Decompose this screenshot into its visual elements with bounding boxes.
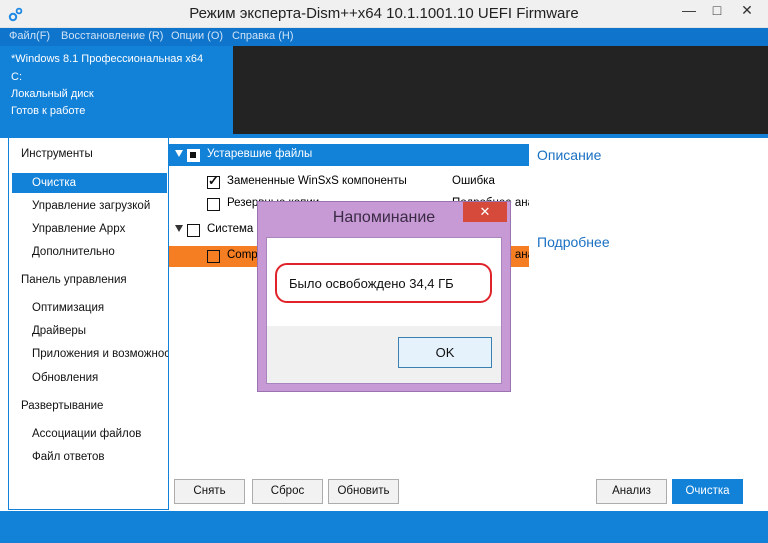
tree-item-label: Замененные WinSxS компоненты [227, 175, 407, 187]
item-checkbox[interactable] [207, 250, 220, 263]
dialog-button-area: OK [267, 326, 501, 383]
minimize-button[interactable]: — [674, 0, 704, 22]
drive-letter: C: [11, 71, 22, 83]
reset-button[interactable]: Сброс [252, 479, 323, 504]
menu-bar: Файл(F) Восстановление (R) Опции (O) Спр… [0, 28, 768, 46]
sidebar-item-boot[interactable]: Управление загрузкой [9, 196, 168, 216]
dialog-message: Было освобождено 34,4 ГБ [289, 276, 454, 291]
reminder-dialog: Напоминание ✕ Было освобождено 34,4 ГБ O… [257, 201, 511, 392]
os-name: *Windows 8.1 Профессиональная x64 [11, 53, 204, 65]
sidebar-section-control-panel: Панель управления [21, 274, 127, 286]
description-heading: Описание [537, 147, 602, 163]
clean-button[interactable]: Очистка [672, 479, 743, 504]
sidebar-item-answer-file[interactable]: Файл ответов [9, 447, 168, 467]
tree-group-obsolete[interactable]: Устаревшие файлы [169, 144, 529, 166]
sidebar-item-cleanup[interactable]: Очистка [12, 173, 167, 193]
maximize-button[interactable]: □ [702, 0, 732, 22]
dialog-body: Было освобождено 34,4 ГБ OK [266, 237, 502, 384]
info-dark-panel [233, 46, 768, 134]
tree-item-status: Ошибка [452, 175, 495, 187]
system-info-panel[interactable]: *Windows 8.1 Профессиональная x64 C: Лок… [0, 46, 233, 134]
status-text: Готов к работе [11, 105, 86, 117]
sidebar-item-file-associations[interactable]: Ассоциации файлов [9, 424, 168, 444]
sidebar-section-tools: Инструменты [21, 148, 93, 160]
sidebar-item-apps[interactable]: Приложения и возможности [9, 344, 168, 364]
window-close-button[interactable]: ✕ [730, 0, 764, 22]
sidebar-item-appx[interactable]: Управление Appx [9, 219, 168, 239]
expand-triangle-icon[interactable] [175, 150, 183, 157]
menu-help[interactable]: Справка (H) [232, 30, 293, 42]
ok-button[interactable]: OK [398, 337, 492, 368]
item-checkbox[interactable] [207, 173, 220, 189]
expand-triangle-icon[interactable] [175, 225, 183, 232]
refresh-button[interactable]: Обновить [328, 479, 399, 504]
sidebar-item-advanced[interactable]: Дополнительно [9, 242, 168, 262]
tree-group-label: Система [207, 223, 254, 235]
group-checkbox[interactable] [187, 149, 200, 162]
window-title: Режим эксперта-Dism++x64 10.1.1001.10 UE… [189, 5, 579, 22]
tree-item[interactable]: Замененные WinSxS компоненты Ошибка [169, 171, 529, 193]
sidebar-item-updates[interactable]: Обновления [9, 368, 168, 388]
disk-type: Локальный диск [11, 88, 94, 100]
menu-options[interactable]: Опции (O) [171, 30, 223, 42]
item-checkbox[interactable] [207, 198, 220, 211]
dialog-close-button[interactable]: ✕ [463, 202, 507, 222]
dialog-message-area: Было освобождено 34,4 ГБ [267, 238, 501, 326]
remove-button[interactable]: Снять [174, 479, 245, 504]
sidebar-item-drivers[interactable]: Драйверы [9, 321, 168, 341]
sidebar-item-optimization[interactable]: Оптимизация [9, 298, 168, 318]
status-bar [0, 511, 768, 543]
more-heading: Подробнее [537, 234, 610, 250]
highlighted-message: Было освобождено 34,4 ГБ [275, 263, 492, 303]
tree-group-label: Устаревшие файлы [207, 148, 313, 160]
menu-restore[interactable]: Восстановление (R) [61, 30, 163, 42]
group-checkbox[interactable] [187, 224, 200, 237]
sidebar-section-deployment: Развертывание [21, 400, 104, 412]
title-bar: Режим эксперта-Dism++x64 10.1.1001.10 UE… [0, 0, 768, 28]
sidebar: Инструменты Очистка Управление загрузкой… [8, 138, 169, 510]
analyze-button[interactable]: Анализ [596, 479, 667, 504]
menu-file[interactable]: Файл(F) [9, 30, 50, 42]
